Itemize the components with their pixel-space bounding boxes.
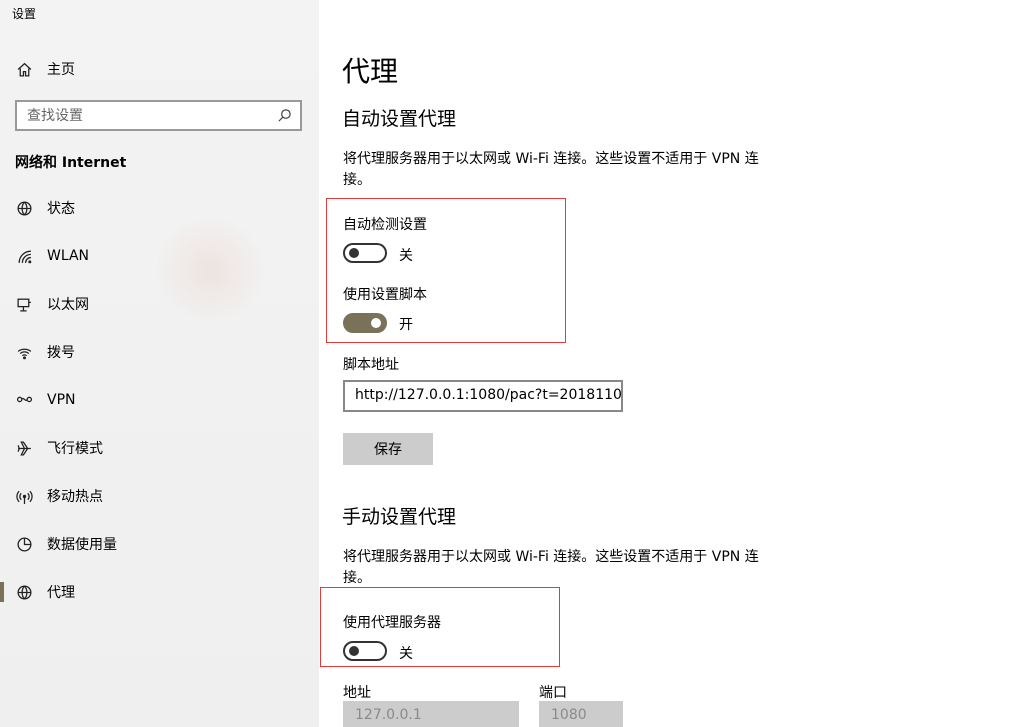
use-proxy-label: 使用代理服务器 [343, 615, 441, 631]
proxy-address-label: 地址 [343, 685, 371, 701]
sidebar-item-label: 飞行模式 [47, 441, 103, 457]
script-address-input[interactable]: http://127.0.0.1:1080/pac?t=201811041 [343, 380, 623, 412]
group-title: 网络和 Internet [15, 155, 127, 171]
sidebar-item-label: 移动热点 [47, 489, 103, 505]
use-script-state: 开 [399, 317, 413, 333]
auto-detect-toggle[interactable] [343, 243, 387, 263]
wifi-icon [14, 246, 34, 266]
sidebar-item-data-usage[interactable]: 数据使用量 [0, 526, 319, 562]
proxy-port-input[interactable]: 1080 [539, 701, 623, 727]
dialup-icon [14, 342, 34, 362]
use-proxy-toggle[interactable] [343, 641, 387, 661]
use-proxy-state: 关 [399, 646, 413, 662]
use-script-toggle[interactable] [343, 313, 387, 333]
page-title: 代理 [342, 55, 399, 88]
proxy-port-label: 端口 [539, 685, 567, 701]
save-button[interactable]: 保存 [343, 433, 433, 465]
auto-proxy-section-title: 自动设置代理 [342, 108, 457, 130]
sidebar-item-label: 数据使用量 [47, 537, 117, 553]
window-title: 设置 [12, 7, 37, 21]
sidebar-item-dialup[interactable]: 拨号 [0, 334, 319, 370]
sidebar: 设置 主页 网络和 Internet 状态 WLAN 以太网 [0, 0, 319, 727]
main-content: 代理 自动设置代理 将代理服务器用于以太网或 Wi-Fi 连接。这些设置不适用于… [319, 0, 1009, 727]
sidebar-item-airplane[interactable]: 飞行模式 [0, 430, 319, 466]
sidebar-item-vpn[interactable]: VPN [0, 382, 319, 418]
sidebar-item-label: 拨号 [47, 345, 75, 361]
hotspot-icon [14, 486, 34, 506]
sidebar-item-wlan[interactable]: WLAN [0, 238, 319, 274]
search-box[interactable] [15, 100, 302, 131]
description-line: 接。 [343, 570, 371, 586]
use-script-label: 使用设置脚本 [343, 287, 427, 303]
selection-indicator [0, 582, 4, 602]
search-input[interactable] [17, 102, 267, 129]
sidebar-item-label: 状态 [47, 201, 75, 217]
description-line: 将代理服务器用于以太网或 Wi-Fi 连接。这些设置不适用于 VPN 连 [343, 549, 759, 565]
airplane-icon [14, 438, 34, 458]
sidebar-item-proxy[interactable]: 代理 [0, 574, 319, 610]
sidebar-item-label: 代理 [47, 585, 75, 601]
manual-proxy-description: 将代理服务器用于以太网或 Wi-Fi 连接。这些设置不适用于 VPN 连 接。 [343, 547, 793, 589]
sidebar-item-label: VPN [47, 392, 76, 408]
data-usage-icon [14, 534, 34, 554]
globe-status-icon [14, 198, 34, 218]
vpn-icon [14, 390, 34, 410]
search-icon[interactable] [277, 108, 293, 124]
ethernet-icon [14, 294, 34, 314]
toggle-knob [371, 318, 381, 328]
toggle-knob [349, 248, 359, 258]
sidebar-item-ethernet[interactable]: 以太网 [0, 286, 319, 322]
auto-detect-state: 关 [399, 248, 413, 264]
description-line: 接。 [343, 172, 371, 188]
home-icon [14, 59, 34, 79]
sidebar-item-hotspot[interactable]: 移动热点 [0, 478, 319, 514]
auto-detect-label: 自动检测设置 [343, 217, 427, 233]
description-line: 将代理服务器用于以太网或 Wi-Fi 连接。这些设置不适用于 VPN 连 [343, 151, 759, 167]
toggle-knob [349, 646, 359, 656]
auto-proxy-description: 将代理服务器用于以太网或 Wi-Fi 连接。这些设置不适用于 VPN 连 接。 [343, 149, 793, 191]
sidebar-item-label: WLAN [47, 248, 90, 264]
sidebar-item-label: 主页 [47, 62, 75, 78]
proxy-address-input[interactable]: 127.0.0.1 [343, 701, 519, 727]
sidebar-item-home[interactable]: 主页 [0, 52, 319, 86]
manual-proxy-section-title: 手动设置代理 [342, 506, 457, 528]
script-address-label: 脚本地址 [343, 357, 399, 373]
globe-icon [14, 582, 34, 602]
sidebar-item-status[interactable]: 状态 [0, 190, 319, 226]
sidebar-item-label: 以太网 [47, 297, 89, 313]
